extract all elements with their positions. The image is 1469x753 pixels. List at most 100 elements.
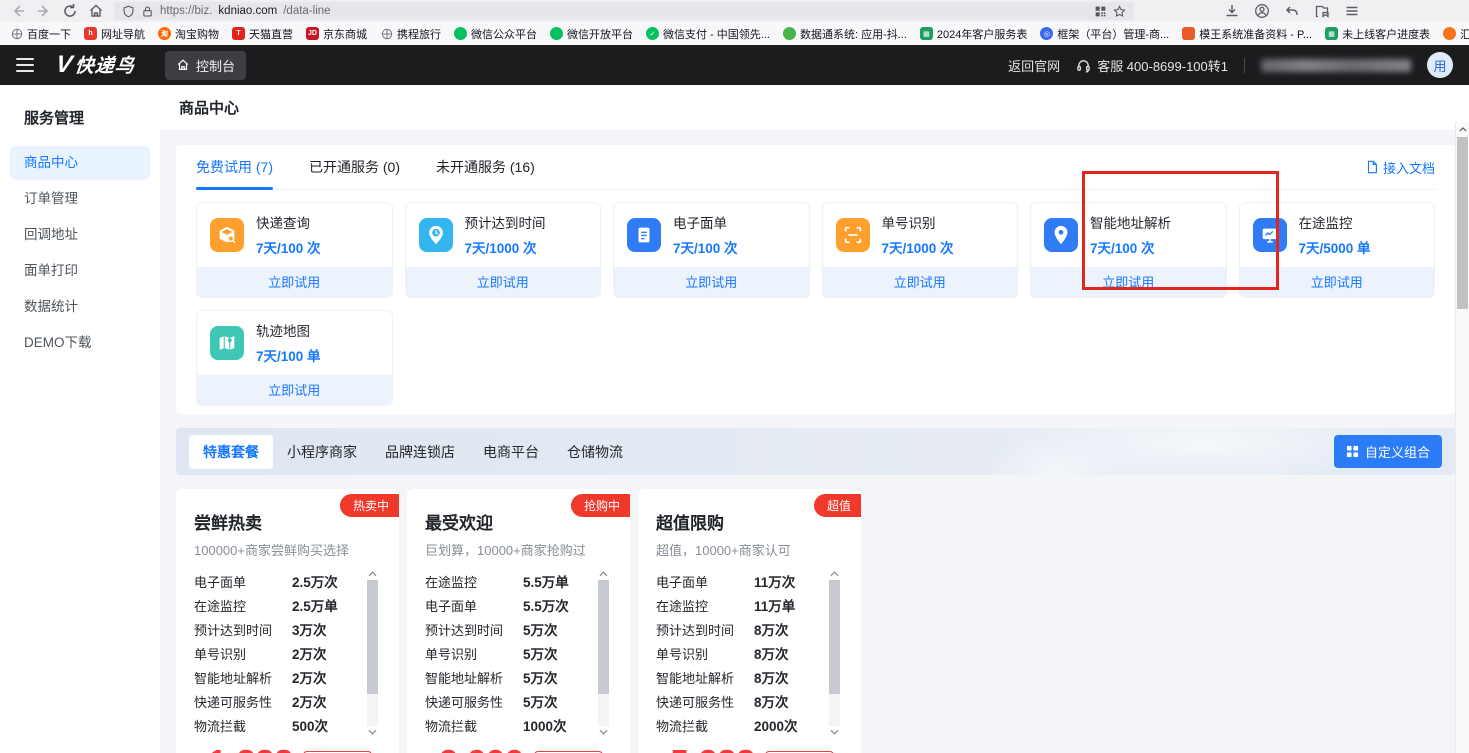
sidebar: 服务管理 商品中心 订单管理 回调地址 面单打印 数据统计 DEMO下载 [0,85,160,753]
pricing-subtitle: 超值，10000+商家认可 [656,540,843,559]
home-icon[interactable] [88,3,104,19]
bookmark-item[interactable]: 微信开放平台 [550,26,633,42]
sidebar-item-demo-download[interactable]: DEMO下载 [10,326,150,360]
sidebar-item-statistics[interactable]: 数据统计 [10,290,150,324]
service-card-eta: 预计达到时间7天/1000 次 立即试用 [405,202,602,298]
list-item: 电子面单2.5万次 [194,569,359,593]
custom-combo-button[interactable]: 自定义组合 [1334,435,1442,468]
bookmarks-bar: 百度一下 h网址导航 淘淘宝购物 T天猫直营 JD京东商城 携程旅行 微信公众平… [0,22,1469,45]
bookmark-star-icon[interactable] [1113,5,1126,18]
bookmark-item[interactable]: 汇聚支付 [1443,26,1469,42]
bookmark-item[interactable]: 百度一下 [10,26,71,42]
location-pin-icon [1044,218,1078,252]
package-tab-ecommerce[interactable]: 电商平台 [469,435,553,469]
list-item: 电子面单5.5万次 [425,593,590,617]
pricing-item-list: 电子面单2.5万次 在途监控2.5万单 预计达到时间3万次 单号识别2万次 智能… [194,569,381,737]
pricing-item-list: 在途监控5.5万单 电子面单5.5万次 预计达到时间5万次 单号识别5万次 智能… [425,569,612,737]
try-now-button[interactable]: 立即试用 [614,267,809,297]
list-scrollbar[interactable] [828,571,841,735]
spreadsheet-icon: ▦ [920,27,933,40]
pricing-item-list: 电子面单11万次 在途监控11万单 预计达到时间8万次 单号识别8万次 智能地址… [656,569,843,737]
sidebar-item-waybill-print[interactable]: 面单打印 [10,254,150,288]
extensions-icon[interactable] [1314,3,1330,19]
package-tab-warehouse-logistics[interactable]: 仓储物流 [553,435,637,469]
bookmark-item[interactable]: ✓微信支付 - 中国领先... [646,26,770,42]
account-icon[interactable] [1254,3,1270,19]
wechat-icon [550,27,563,40]
document-icon [1365,160,1379,174]
sidebar-item-orders[interactable]: 订单管理 [10,182,150,216]
bookmark-item[interactable]: ▦2024年客户服务表 [920,26,1027,42]
bookmark-item[interactable]: 淘淘宝购物 [158,26,219,42]
tab-activated[interactable]: 已开通服务 (0) [309,157,400,177]
service-card-address-parsing: 智能地址解析7天/100 次 立即试用 [1030,202,1227,298]
list-scrollbar[interactable] [597,571,610,735]
package-tab-special-offer[interactable]: 特惠套餐 [189,435,273,469]
service-card-express-query: 快递查询7天/100 次 立即试用 [196,202,393,298]
shield-icon[interactable] [122,5,135,18]
chevron-up-icon [830,571,839,577]
bookmark-item[interactable]: T天猫直营 [232,26,293,42]
map-icon [210,326,244,360]
service-card-e-waybill: 电子面单7天/100 次 立即试用 [613,202,810,298]
chevron-down-icon [599,729,608,735]
history-back-icon[interactable] [1284,3,1300,19]
docs-link[interactable]: 接入文档 [1365,158,1435,177]
list-item: 物流拦截2000次 [656,713,821,737]
scrollbar-thumb[interactable] [1457,137,1468,309]
bookmark-item[interactable]: 微信公众平台 [454,26,537,42]
site-icon: h [84,27,97,40]
avatar[interactable]: 用 [1427,52,1453,78]
back-to-site-link[interactable]: 返回官网 [1008,56,1060,75]
bookmark-item[interactable]: ▦未上线客户进度表 [1325,26,1430,42]
scroll-up-arrow[interactable] [1456,122,1469,136]
list-item: 智能地址解析8万次 [656,665,821,689]
try-now-button[interactable]: 立即试用 [197,375,392,405]
chevron-up-icon [368,571,377,577]
page-scrollbar[interactable] [1455,122,1469,753]
tab-free-trial[interactable]: 免费试用 (7) [196,157,273,177]
package-tab-mini-program[interactable]: 小程序商家 [273,435,371,469]
console-button[interactable]: 控制台 [165,51,246,80]
pricing-subtitle: 巨划算，10000+商家抢购过 [425,540,612,559]
bookmark-item[interactable]: h网址导航 [84,26,145,42]
try-now-button[interactable]: 立即试用 [1240,267,1435,297]
spreadsheet-icon: ▦ [1325,27,1338,40]
bookmark-item[interactable]: 携程旅行 [380,26,441,42]
reload-icon[interactable] [62,3,78,19]
list-item: 快递可服务性8万次 [656,689,821,713]
package-tab-brand-chain[interactable]: 品牌连锁店 [371,435,469,469]
bookmark-item[interactable]: ◎框架（平台）管理-商... [1040,26,1169,42]
list-item: 预计达到时间5万次 [425,617,590,641]
bookmark-item[interactable]: JD京东商城 [306,26,367,42]
sidebar-item-product-center[interactable]: 商品中心 [10,146,150,180]
bookmark-item[interactable]: 数据通系统: 应用-抖... [783,26,907,42]
pin-clock-icon [419,218,453,252]
try-now-button[interactable]: 立即试用 [406,267,601,297]
lock-icon[interactable] [141,5,154,18]
kdniao-logo[interactable]: V快递鸟 [56,51,135,79]
service-phone[interactable]: 客服 400-8699-100转1 [1076,56,1228,75]
pricing-card-popular: 抢购中 最受欢迎 巨划算，10000+商家抢购过 在途监控5.5万单 电子面单5… [407,489,630,753]
sidebar-item-callback[interactable]: 回调地址 [10,218,150,252]
masked-username [1261,59,1411,72]
waybill-icon [627,218,661,252]
bookmark-item[interactable]: 模王系统准备资料 - P... [1182,26,1312,42]
qr-code-icon[interactable] [1094,5,1107,18]
try-now-button[interactable]: 立即试用 [823,267,1018,297]
services-panel: 免费试用 (7) 已开通服务 (0) 未开通服务 (16) 接入文档 快递查询7… [176,145,1455,414]
home-icon [176,58,190,72]
url-bar[interactable]: https://biz.kdniao.com/data-line [114,2,1134,20]
pricing-card-starter: 热卖中 尝鲜热卖 100000+商家尝鲜购买选择 电子面单2.5万次 在途监控2… [176,489,399,753]
forward-icon[interactable] [36,3,52,19]
app-header: V快递鸟 控制台 返回官网 客服 400-8699-100转1 用 [0,45,1469,85]
back-icon[interactable] [10,3,26,19]
try-now-button[interactable]: 立即试用 [1031,267,1226,297]
try-now-button[interactable]: 立即试用 [197,267,392,297]
list-scrollbar[interactable] [366,571,379,735]
sidebar-toggle-icon[interactable] [16,58,34,72]
menu-icon[interactable] [1344,3,1360,19]
price-value: 3,999 [439,743,524,753]
downloads-icon[interactable] [1224,3,1240,19]
tab-not-activated[interactable]: 未开通服务 (16) [436,157,535,177]
